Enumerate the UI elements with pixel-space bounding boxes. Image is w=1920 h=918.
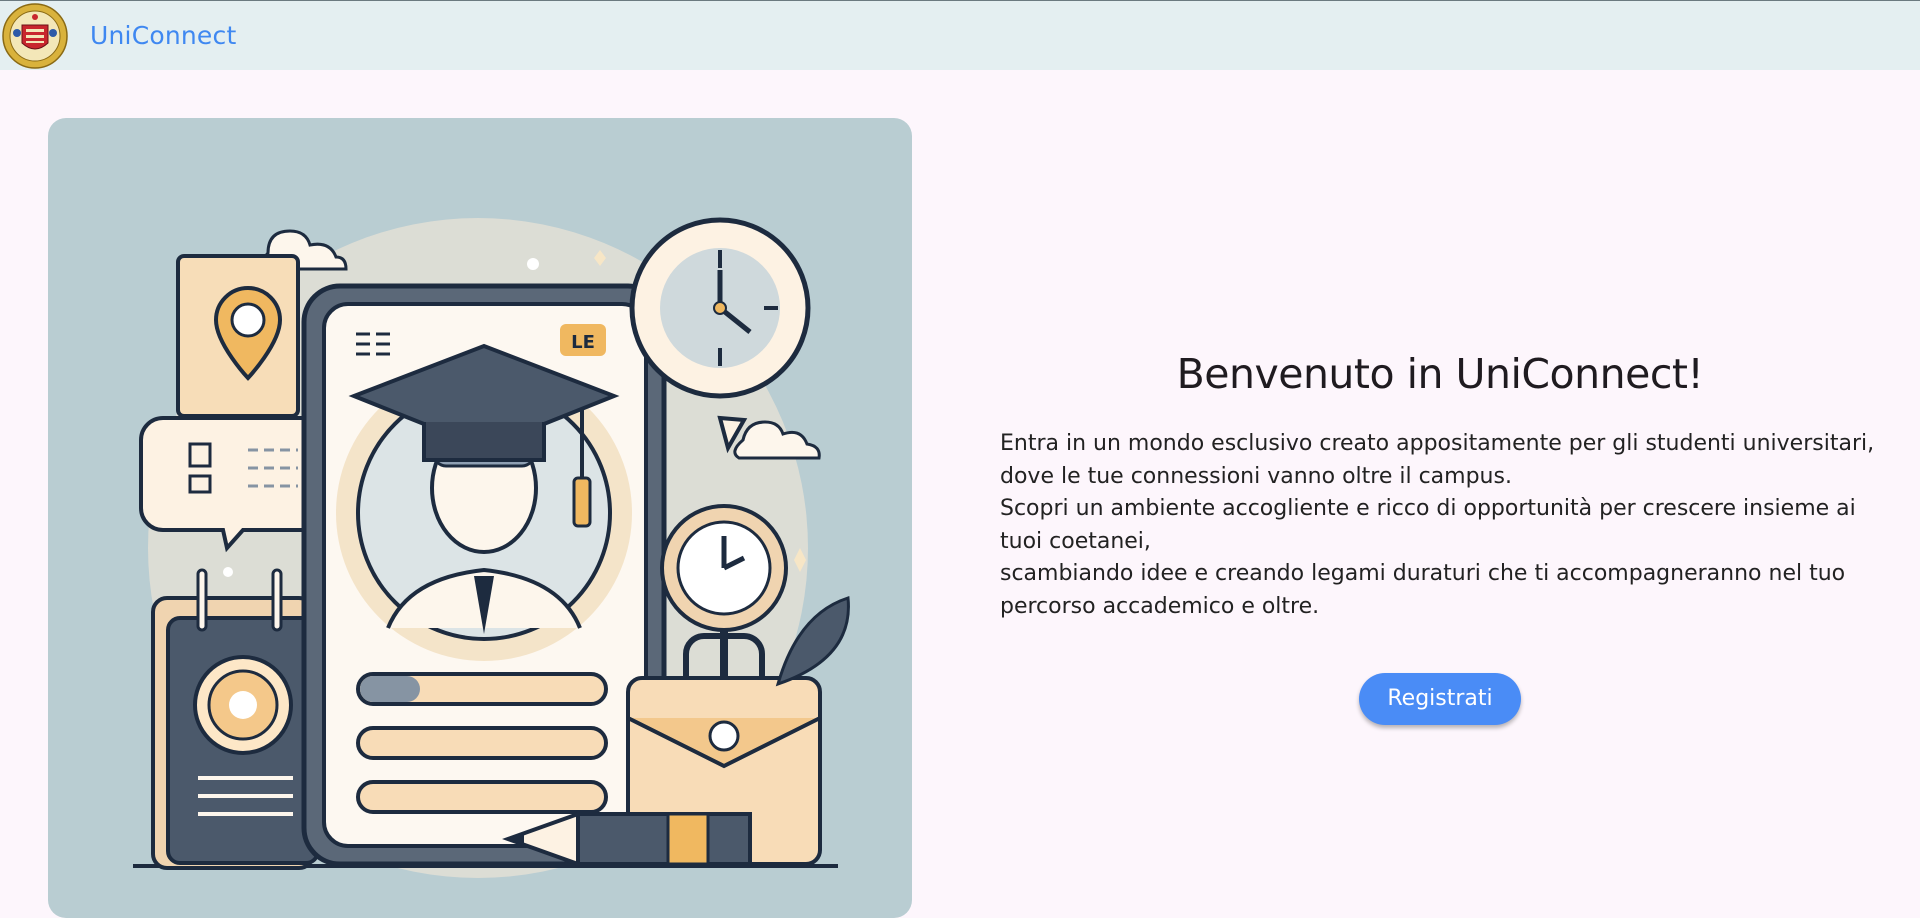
university-crest-icon[interactable]: [2, 2, 68, 69]
description-line: Scopri un ambiente accogliente e ricco d…: [1000, 496, 1856, 554]
description-line: dove le tue connessioni vanno oltre il c…: [1000, 463, 1512, 489]
welcome-section: Benvenuto in UniConnect! Entra in un mon…: [1000, 350, 1880, 725]
app-name[interactable]: UniConnect: [90, 21, 236, 50]
register-button[interactable]: Registrati: [1359, 673, 1521, 725]
description-line: scambiando idee e creando legami duratur…: [1000, 561, 1846, 619]
register-button-container: Registrati: [1000, 673, 1880, 725]
phone-badge: LE: [571, 332, 595, 353]
hero-illustration: LE: [48, 118, 912, 918]
welcome-title: Benvenuto in UniConnect!: [1176, 350, 1704, 398]
top-app-bar: UniConnect: [0, 0, 1920, 70]
description-line: Entra in un mondo esclusivo creato appos…: [1000, 431, 1875, 456]
welcome-description: Entra in un mondo esclusivo creato appos…: [1000, 428, 1880, 623]
